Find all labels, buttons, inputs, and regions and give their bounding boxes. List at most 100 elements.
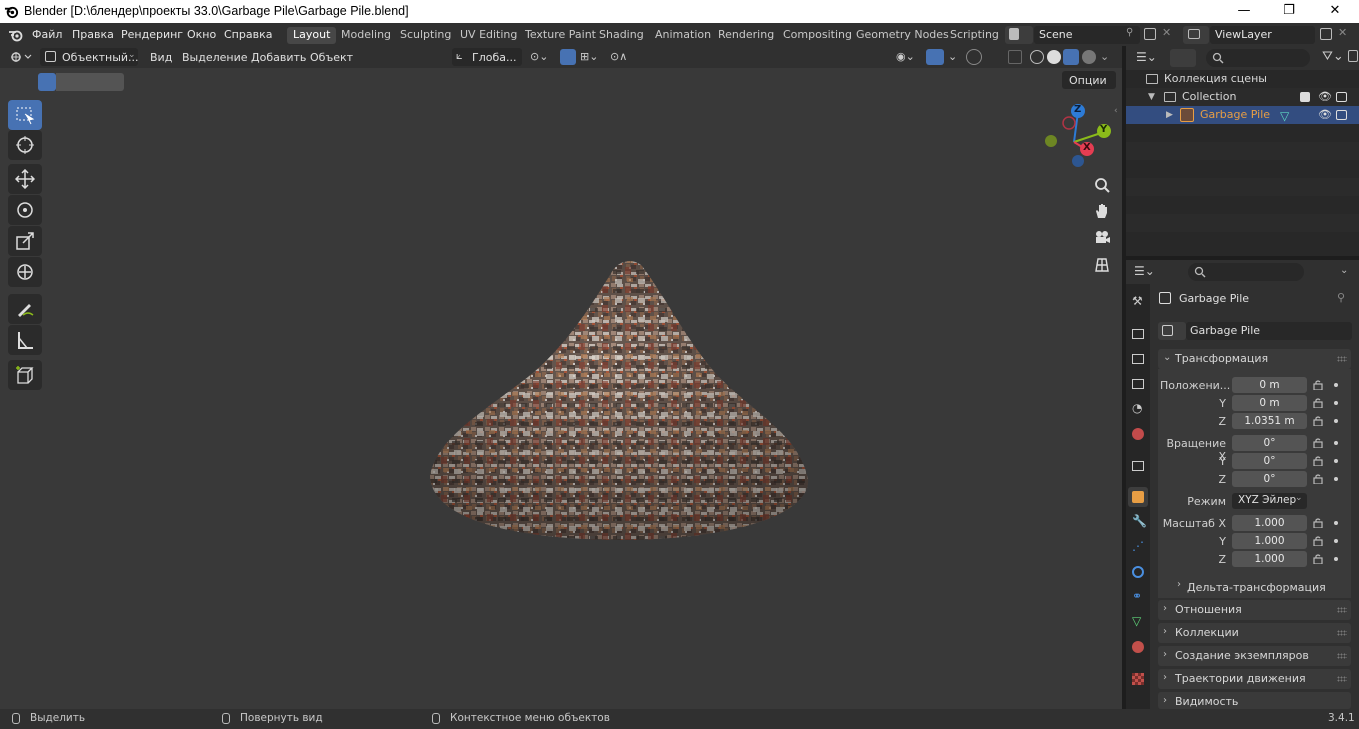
- outliner-row-garbage-pile[interactable]: ▶ Garbage Pile ▽ 👁: [1126, 106, 1359, 124]
- drag-handle-icon[interactable]: [1337, 676, 1347, 682]
- lock-icon[interactable]: [1313, 518, 1323, 529]
- tool-scale[interactable]: [8, 226, 42, 256]
- panel-relations[interactable]: › Отношения: [1158, 600, 1351, 620]
- scale-y-field[interactable]: 1.000: [1232, 533, 1307, 549]
- tab-modeling[interactable]: Modeling: [335, 27, 397, 44]
- eye-icon[interactable]: 👁: [1318, 88, 1332, 106]
- tool-select-box[interactable]: [8, 100, 42, 130]
- pin-icon[interactable]: ⚲: [1337, 291, 1345, 304]
- menu-add[interactable]: Добавить: [251, 51, 306, 64]
- rendered-shading-icon[interactable]: [1082, 50, 1096, 64]
- menu-file[interactable]: Файл: [32, 28, 62, 41]
- location-y-field[interactable]: 0 m: [1232, 395, 1307, 411]
- object-name-field[interactable]: Garbage Pile: [1186, 322, 1352, 340]
- camera-view-button[interactable]: [1090, 225, 1114, 249]
- expand-arrow-icon[interactable]: ▶: [1166, 106, 1173, 124]
- new-viewlayer-icon[interactable]: [1320, 28, 1332, 40]
- zoom-button[interactable]: [1090, 173, 1114, 197]
- perspective-toggle-button[interactable]: [1090, 253, 1114, 277]
- location-z-field[interactable]: 1.0351 m: [1232, 413, 1307, 429]
- scale-x-field[interactable]: 1.000: [1232, 515, 1307, 531]
- properties-search-input[interactable]: [1188, 263, 1304, 281]
- outliner-editor-type-icon[interactable]: ☰⌄: [1136, 50, 1157, 64]
- tool-move[interactable]: [8, 164, 42, 194]
- tool-annotate[interactable]: [8, 294, 42, 324]
- remove-scene-icon[interactable]: ✕: [1162, 26, 1171, 39]
- object-browse-button[interactable]: [1158, 322, 1186, 340]
- tool-add-cube[interactable]: [8, 360, 42, 390]
- tab-geometry-nodes[interactable]: Geometry Nodes: [850, 27, 955, 44]
- select-intersect-icon[interactable]: [110, 73, 124, 91]
- options-dropdown[interactable]: Опции: [1062, 71, 1116, 89]
- menu-help[interactable]: Справка: [224, 28, 272, 41]
- rotation-z-field[interactable]: 0°: [1232, 471, 1307, 487]
- garbage-pile-mesh[interactable]: [428, 258, 810, 542]
- keyframe-dot-icon[interactable]: [1334, 383, 1338, 387]
- wireframe-shading-icon[interactable]: [1030, 50, 1044, 64]
- editor-type-icon[interactable]: [10, 50, 32, 64]
- keyframe-dot-icon[interactable]: [1334, 441, 1338, 445]
- tab-view-layer[interactable]: [1128, 374, 1148, 394]
- tab-animation[interactable]: Animation: [649, 27, 717, 44]
- tool-measure[interactable]: [8, 325, 42, 355]
- lock-icon[interactable]: [1313, 438, 1323, 449]
- drag-handle-icon[interactable]: [1337, 356, 1347, 362]
- viewlayer-name-field[interactable]: ViewLayer: [1210, 26, 1315, 44]
- properties-options-icon[interactable]: ⌄: [1340, 265, 1348, 276]
- tab-uv-editing[interactable]: UV Editing: [454, 27, 523, 44]
- outliner-search-input[interactable]: [1206, 49, 1310, 67]
- menu-select[interactable]: Выделение: [182, 51, 248, 64]
- material-shading-icon[interactable]: [1063, 49, 1079, 65]
- panel-visibility[interactable]: › Видимость: [1158, 692, 1351, 709]
- snap-toggle-icon[interactable]: [560, 49, 576, 65]
- mode-dropdown[interactable]: Объектный... ⌄: [40, 48, 139, 66]
- rotation-y-field[interactable]: 0°: [1232, 453, 1307, 469]
- tool-cursor[interactable]: [8, 130, 42, 160]
- lock-icon[interactable]: [1313, 456, 1323, 467]
- keyframe-dot-icon[interactable]: [1334, 557, 1338, 561]
- viewlayer-browse-button[interactable]: [1183, 26, 1209, 44]
- tab-layout[interactable]: Layout: [287, 27, 337, 44]
- keyframe-dot-icon[interactable]: [1334, 521, 1338, 525]
- tab-constraints[interactable]: ⚭: [1128, 587, 1148, 607]
- tab-scripting[interactable]: Scripting: [944, 27, 1005, 44]
- panel-motion-paths[interactable]: › Траектории движения: [1158, 669, 1351, 689]
- drag-handle-icon[interactable]: [1337, 630, 1347, 636]
- lock-icon[interactable]: [1313, 554, 1323, 565]
- blender-menu-icon[interactable]: [8, 27, 24, 43]
- transform-orientation-dropdown[interactable]: ⟀ Глоба...: [452, 48, 522, 66]
- delta-transform-subpanel[interactable]: Дельта-трансформация: [1187, 581, 1326, 594]
- select-new-icon[interactable]: [38, 73, 56, 91]
- tool-rotate[interactable]: [8, 195, 42, 225]
- tab-rendering[interactable]: Rendering: [712, 27, 780, 44]
- tab-texture[interactable]: [1128, 669, 1148, 689]
- panel-instancing[interactable]: › Создание экземпляров: [1158, 646, 1351, 666]
- panel-transform[interactable]: ⌄ Трансформация: [1158, 349, 1351, 369]
- properties-editor-type-icon[interactable]: ☰⌄: [1134, 264, 1155, 278]
- select-subtract-icon[interactable]: [74, 73, 92, 91]
- keyframe-dot-icon[interactable]: [1334, 539, 1338, 543]
- lock-icon[interactable]: [1313, 474, 1323, 485]
- lock-icon[interactable]: [1313, 398, 1323, 409]
- tab-particles[interactable]: ⋰: [1128, 537, 1148, 557]
- menu-object[interactable]: Объект: [310, 51, 353, 64]
- scale-z-field[interactable]: 1.000: [1232, 551, 1307, 567]
- scene-browse-button[interactable]: [1005, 26, 1033, 44]
- pin-icon[interactable]: ⚲: [1126, 27, 1133, 38]
- menu-window[interactable]: Окно: [187, 28, 216, 41]
- checkbox-icon[interactable]: [1300, 92, 1310, 102]
- tab-physics[interactable]: [1128, 562, 1148, 582]
- xray-icon[interactable]: [1008, 50, 1022, 64]
- tab-output[interactable]: [1128, 349, 1148, 369]
- lock-icon[interactable]: [1313, 536, 1323, 547]
- lock-icon[interactable]: [1313, 416, 1323, 427]
- drag-handle-icon[interactable]: [1337, 607, 1347, 613]
- gizmo-toggle-icon[interactable]: [926, 49, 944, 65]
- menu-edit[interactable]: Правка: [72, 28, 114, 41]
- solid-shading-icon[interactable]: [1047, 50, 1061, 64]
- new-collection-icon[interactable]: [1348, 50, 1358, 62]
- keyframe-dot-icon[interactable]: [1334, 419, 1338, 423]
- maximize-button[interactable]: ❐: [1266, 0, 1312, 23]
- menu-view[interactable]: Вид: [150, 51, 172, 64]
- location-x-field[interactable]: 0 m: [1232, 377, 1307, 393]
